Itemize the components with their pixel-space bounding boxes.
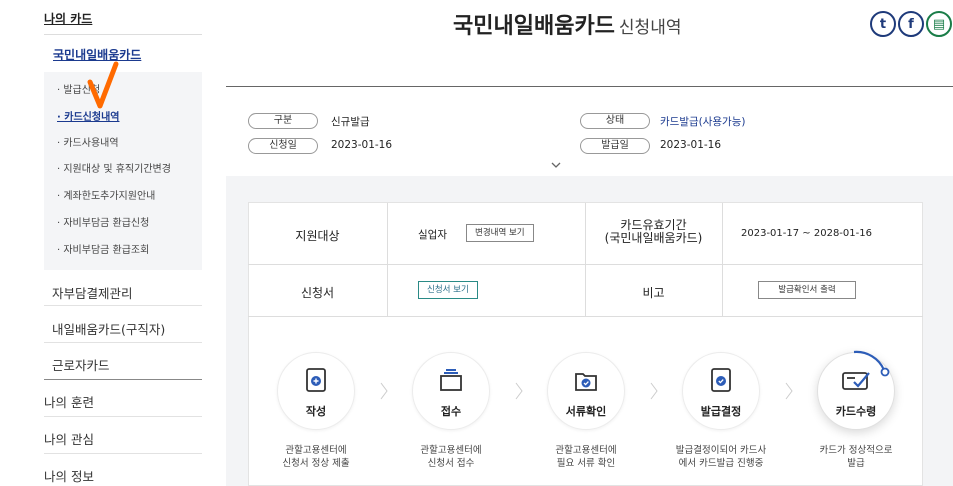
sidebar-item-refund-apply[interactable]: · 자비부담금 환급신청 xyxy=(57,214,149,229)
sidebar-menu-my-interest[interactable]: 나의 관심 xyxy=(44,429,202,448)
print-certificate-button[interactable]: 발급확인서 출력 xyxy=(758,281,856,299)
step-card-received-label: 카드수령 xyxy=(835,405,877,418)
sidebar-sub-title[interactable]: 국민내일배움카드 xyxy=(44,38,202,70)
sidebar-item-support-change[interactable]: · 지원대상 및 휴직기간변경 xyxy=(57,160,171,175)
step-arrow-icon xyxy=(650,382,658,400)
twitter-icon[interactable]: t xyxy=(870,11,896,37)
step-receive-label: 접수 xyxy=(440,405,462,418)
date-label: 신청일 xyxy=(248,138,318,154)
sidebar-item-refund-inquiry[interactable]: · 자비부담금 환급조회 xyxy=(57,241,149,256)
document-icon xyxy=(306,368,326,392)
step-write-label: 작성 xyxy=(305,405,327,418)
step-receive: 접수 xyxy=(412,352,490,430)
print-icon[interactable]: ▤ xyxy=(926,11,952,37)
step-receive-desc: 관할고용센터에 신청서 접수 xyxy=(420,445,482,469)
sidebar-menu-self-payment[interactable]: 자부담결제관리 xyxy=(52,283,202,302)
sidebar-menu-my-training[interactable]: 나의 훈련 xyxy=(44,392,202,411)
sidebar-menu-my-info[interactable]: 나의 정보 xyxy=(44,466,202,485)
folder-check-icon xyxy=(575,373,597,391)
change-history-button[interactable]: 변경내역 보기 xyxy=(466,224,534,242)
sidebar-top-title[interactable]: 나의 카드 xyxy=(44,10,202,35)
step-arrow-icon xyxy=(515,382,523,400)
step-issue-decision: 발급결정 xyxy=(682,352,760,430)
status-label: 상태 xyxy=(580,113,650,129)
issue-date-label: 발급일 xyxy=(580,138,650,154)
sidebar-item-usage-history[interactable]: · 카드사용내역 xyxy=(57,134,119,149)
type-label: 구분 xyxy=(248,113,318,129)
support-target-label: 지원대상 xyxy=(295,229,340,243)
step-arrow-icon xyxy=(380,382,388,400)
application-label: 신청서 xyxy=(300,286,335,300)
note-label: 비고 xyxy=(642,286,665,300)
facebook-icon[interactable]: f xyxy=(898,11,924,37)
progress-arc-icon xyxy=(853,350,890,377)
status-value: 카드발급(사용가능) xyxy=(660,116,746,128)
step-card-received-desc: 카드가 정상적으로 발급 xyxy=(819,445,893,469)
sidebar-submenu-panel: · 발급신청 · 카드신청내역 · 카드사용내역 · 지원대상 및 휴직기간변경… xyxy=(44,72,202,270)
step-arrow-icon xyxy=(785,382,793,400)
validity-value: 2023-01-17 ~ 2028-01-16 xyxy=(741,228,872,239)
type-value: 신규발급 xyxy=(331,116,370,128)
validity-label: 카드유효기간 (국민내일배움카드) xyxy=(604,218,703,245)
step-write-desc: 관할고용센터에 신청서 정상 제출 xyxy=(282,445,350,469)
step-document-check-label: 서류확인 xyxy=(565,405,607,418)
header-divider xyxy=(226,86,953,87)
step-issue-decision-desc: 발급결정이되어 카드사 에서 카드발급 진행중 xyxy=(675,445,767,469)
view-application-button[interactable]: 신청서 보기 xyxy=(418,281,478,299)
chevron-down-icon[interactable] xyxy=(551,160,561,170)
sidebar: 나의 카드 국민내일배움카드 · 발급신청 · 카드신청내역 · 카드사용내역 … xyxy=(0,0,202,486)
step-write: 작성 xyxy=(277,352,355,430)
sidebar-item-limit-support[interactable]: · 계좌한도추가지원안내 xyxy=(57,187,155,202)
date-value: 2023-01-16 xyxy=(331,139,393,151)
page-title: 국민내일배움카드 신청내역 xyxy=(453,14,682,39)
support-target-value: 실업자 xyxy=(418,229,447,241)
document-check-icon xyxy=(711,368,731,392)
step-issue-decision-label: 발급결정 xyxy=(700,405,742,418)
tray-icon xyxy=(440,369,462,391)
step-document-check-desc: 관할고용센터에 필요 서류 확인 xyxy=(555,445,617,469)
sidebar-menu-jobseeker-card[interactable]: 내일배움카드(구직자) xyxy=(52,319,202,338)
step-document-check: 서류확인 xyxy=(547,352,625,430)
sidebar-menu-worker-card[interactable]: 근로자카드 xyxy=(52,355,202,374)
checkmark-annotation xyxy=(87,61,119,109)
issue-date-value: 2023-01-16 xyxy=(660,139,722,151)
